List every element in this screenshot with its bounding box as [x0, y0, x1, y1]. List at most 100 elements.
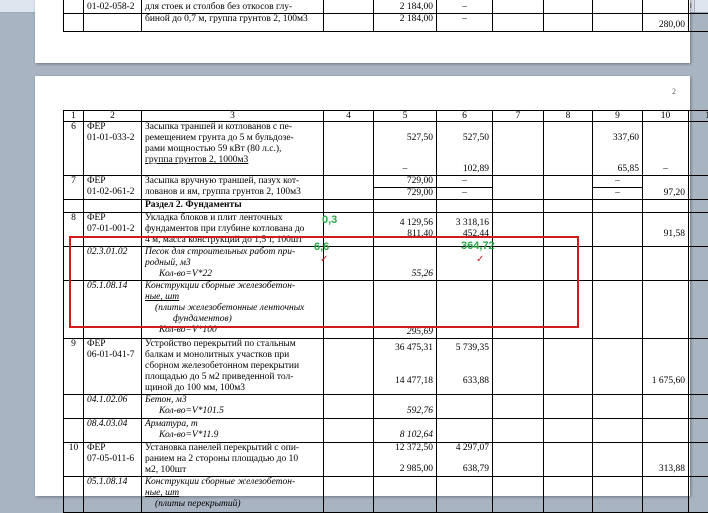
table-row: 04.1.02.06 Бетон, м3 Кол-во=V*101.5 592,… [64, 395, 708, 419]
estimate-table-page1: 01-02-058-2 для стоек и столбов без отко… [63, 0, 708, 32]
table-row: 08.4.03.04 Арматура, т Кол-во=V*11.9 8 1… [64, 419, 708, 443]
cell-value: 8 102,64 [374, 419, 437, 443]
annotation-note: 364,72 [461, 240, 495, 252]
resource-code: 05.1.08.14 [84, 477, 142, 513]
cell-value: 280,00 [643, 14, 689, 32]
resource-desc: Конструкции сборные железобетон- ные, шт… [142, 477, 324, 513]
desc-line: м2, 100шт [145, 465, 320, 476]
column-header: 5 [374, 111, 437, 122]
table-header-row: 1 2 3 4 5 6 7 8 9 10 11 [64, 111, 708, 122]
desc-line: Кол-во=V*101.5 [145, 406, 320, 417]
row-code: ФЕР07-05-011-6 [84, 443, 142, 477]
desc-line: Бетон, м3 [145, 395, 320, 406]
resource-desc: Арматура, т Кол-во=V*11.9 [142, 419, 324, 443]
code-line: 01-02-061-2 [87, 187, 138, 198]
desc-line: балкам и монолитных участков при [145, 350, 320, 361]
desc-line: щиной до 100 мм, 100м3 [145, 383, 320, 394]
cell-value: 5 739,35633,88 [437, 339, 493, 395]
desc-line: рами мощностью 59 кВт (80 л.с.), [145, 144, 320, 155]
resource-code: 04.1.02.06 [84, 395, 142, 419]
cell-value: 91,58 [643, 213, 689, 247]
row-desc: Установка панелей перекрытий с опи- рани… [142, 443, 324, 477]
section-row: Раздел 2. Фундаменты [64, 200, 708, 213]
column-header: 4 [324, 111, 374, 122]
resource-desc: Бетон, м3 Кол-во=V*101.5 [142, 395, 324, 419]
cell-value: 527,50102,89 [437, 122, 493, 176]
code-line: 06-01-041-7 [87, 350, 138, 361]
desc-line: Арматура, т [145, 419, 320, 430]
cell-value: 313,88 [643, 443, 689, 477]
cell-value: – [643, 122, 689, 176]
cell-value: 12 372,502 985,00 [374, 443, 437, 477]
desc-line: Конструкции сборные железобетон- [145, 477, 320, 488]
row-desc-line: для стоек и столбов без откосов глу- [142, 0, 324, 14]
row-code: ФЕР06-01-041-7 [84, 339, 142, 395]
cell-value: 1 675,60 [643, 339, 689, 395]
desc-line: лованов и ям, группа грунтов 2, 100м3 [145, 187, 320, 198]
table-row: 05.1.08.14 Конструкции сборные железобет… [64, 477, 708, 513]
cell-value: 4 297,07638,79 [437, 443, 493, 477]
code-line: ФЕР [87, 213, 138, 224]
code-line: 07-05-011-6 [87, 454, 138, 465]
row-desc: Засыпка траншей и котлованов с пе- ремещ… [142, 122, 324, 176]
column-header: 11 [689, 111, 708, 122]
row-desc-line: биной до 0,7 м, группа грунтов 2, 100м3 [142, 14, 324, 32]
desc-line: сборном железобетонном перекрытии [145, 361, 320, 372]
cell-value: 527,50– [374, 122, 437, 176]
desc-line: ные, шт [145, 488, 320, 499]
row-number: 6 [64, 122, 84, 176]
desc-line: (плиты перекрытий) [145, 499, 320, 510]
document-page-1: 01-02-058-2 для стоек и столбов без отко… [35, 0, 690, 63]
cell-value: 337,6065,85 [593, 122, 643, 176]
cell-value: 592,76 [374, 395, 437, 419]
annotation-note: 0,3 [322, 214, 337, 226]
cell-value: 2 184,00 [374, 14, 437, 32]
cell-value: – [437, 176, 493, 188]
cell-value: – [437, 188, 493, 200]
code-line: ФЕР [87, 443, 138, 454]
column-header: 9 [593, 111, 643, 122]
column-header: 6 [437, 111, 493, 122]
code-line: ФЕР [87, 176, 138, 187]
desc-line: площадью до 5 м2 приведенной тол- [145, 372, 320, 383]
code-line: ФЕР [87, 122, 138, 133]
check-mark-icon: ✓ [320, 254, 328, 265]
column-header: 2 [84, 111, 142, 122]
column-header: 7 [493, 111, 544, 122]
row-desc: Устройство перекрытий по стальным балкам… [142, 339, 324, 395]
cell-value: 2 184,00 [374, 0, 437, 14]
column-header: 10 [643, 111, 689, 122]
section-title: Раздел 2. Фундаменты [142, 200, 324, 213]
desc-line: группа грунтов 2, 1000м3 [145, 155, 320, 166]
row-number: 10 [64, 443, 84, 477]
code-line: 07-01-001-2 [87, 224, 138, 235]
desc-line: Устройство перекрытий по стальным [145, 339, 320, 350]
desc-line: фундаментов при глубине котлована до [145, 224, 320, 235]
row-number: 9 [64, 339, 84, 395]
cell-value: – [593, 176, 643, 188]
row-code: ФЕР01-01-033-2 [84, 122, 142, 176]
cell-value: 729,00 [374, 188, 437, 200]
row-code: 01-02-058-2 [84, 0, 142, 14]
desc-line: ранием на 2 стороны площадью до 10 [145, 454, 320, 465]
desc-line: Засыпка вручную траншей, пазух кот- [145, 176, 320, 187]
table-row: 10 ФЕР07-05-011-6 Установка панелей пере… [64, 443, 708, 477]
column-header: 3 [142, 111, 324, 122]
desc-line: Засыпка траншей и котлованов с пе- [145, 122, 320, 133]
table-row: 6 ФЕР01-01-033-2 Засыпка траншей и котло… [64, 122, 708, 176]
cell-value: – [437, 14, 493, 32]
cell-value: 729,00 [374, 176, 437, 188]
cell-value: 97,20 [643, 176, 689, 200]
code-line: ФЕР [87, 339, 138, 350]
row-number: 7 [64, 176, 84, 200]
check-mark-icon: ✓ [476, 254, 484, 265]
code-line: 01-01-033-2 [87, 133, 138, 144]
page-number: 2 [672, 87, 676, 96]
cell-value: – [437, 0, 493, 14]
column-header: 8 [544, 111, 593, 122]
column-header: 1 [64, 111, 84, 122]
desc-line: Укладка блоков и плит ленточных [145, 213, 320, 224]
cell-value: 36 475,3114 477,18 [374, 339, 437, 395]
desc-line: Кол-во=V*11.9 [145, 430, 320, 441]
row-desc: Засыпка вручную траншей, пазух кот- лова… [142, 176, 324, 200]
